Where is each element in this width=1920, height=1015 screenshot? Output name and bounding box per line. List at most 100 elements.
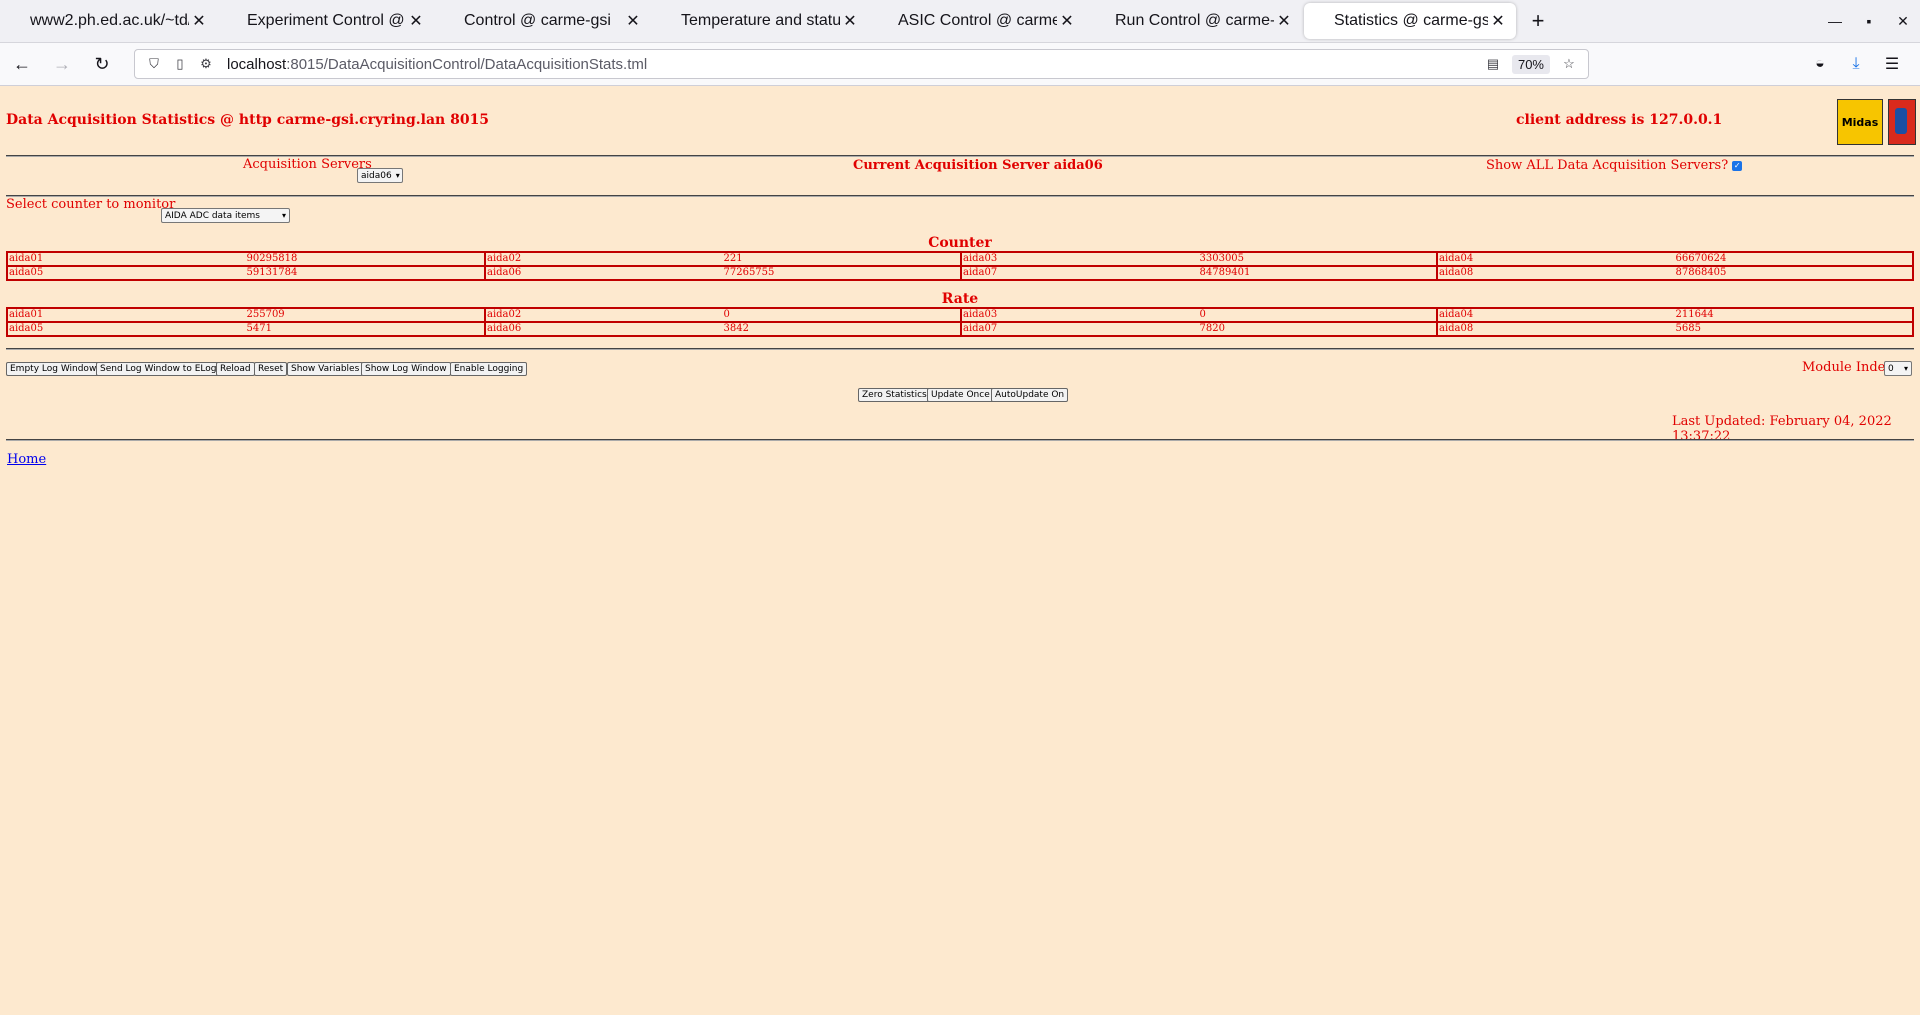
new-tab-icon[interactable]: + (1518, 0, 1558, 42)
rate-value: 7820 (1199, 323, 1225, 334)
server-name: aida06 (487, 323, 522, 334)
page-title: Data Acquisition Statistics @ http carme… (6, 112, 490, 128)
table-cell: aida05 5471 (8, 323, 484, 335)
close-icon[interactable]: ✕ (1274, 11, 1294, 31)
server-name: aida01 (9, 253, 44, 264)
server-name: aida08 (1439, 323, 1474, 334)
tab-asic-control[interactable]: ASIC Control @ carme-gsi ✕ (868, 0, 1085, 42)
shield-icon[interactable]: ⛉ (141, 56, 167, 72)
close-icon[interactable]: ✕ (1488, 11, 1508, 31)
reload-button[interactable]: Reload (216, 362, 255, 376)
close-icon[interactable]: ✕ (189, 11, 209, 31)
bookmark-star-icon[interactable]: ☆ (1556, 56, 1582, 72)
acquisition-server-select[interactable]: aida06 ▾ (357, 168, 403, 183)
rate-value: 211644 (1675, 309, 1714, 320)
table-cell: aida06 77265755 (484, 267, 960, 279)
server-name: aida02 (487, 309, 522, 320)
rate-value: 255709 (246, 309, 285, 320)
current-server: Current Acquisition Server aida06 (853, 158, 1103, 173)
autoupdate-button[interactable]: AutoUpdate On (991, 388, 1069, 402)
send-log-to-elog-button[interactable]: Send Log Window to ELog (96, 362, 221, 376)
reload-icon[interactable]: ↻ (84, 48, 120, 80)
chevron-down-icon: ▾ (281, 211, 286, 220)
server-name: aida05 (9, 323, 44, 334)
server-name: aida07 (963, 323, 998, 334)
table-cell: aida08 87868405 (1436, 267, 1912, 279)
tab-title: ASIC Control @ carme-gsi (898, 12, 1057, 29)
close-icon[interactable]: ✕ (1057, 11, 1077, 31)
server-name: aida08 (1439, 267, 1474, 278)
table-cell: aida08 5685 (1436, 323, 1912, 335)
minimize-icon[interactable]: — (1818, 13, 1852, 29)
midas-logo: Midas (1837, 99, 1883, 145)
module-index-value: 0 (1888, 363, 1894, 374)
back-icon[interactable]: ← (4, 48, 40, 80)
server-name: aida02 (487, 253, 522, 264)
show-all-label: Show ALL Data Acquisition Servers? (1486, 158, 1729, 173)
nav-bar: ← → ↻ ⛉ ▯ ⚙ localhost:8015/DataAcquisiti… (0, 43, 1920, 86)
tab-title: Statistics @ carme-gsi (1334, 12, 1488, 29)
page-icon: ▯ (176, 56, 184, 71)
rate-title: Rate (941, 291, 979, 307)
close-icon[interactable]: ✕ (840, 11, 860, 31)
zero-statistics-button[interactable]: Zero Statistics (858, 388, 931, 402)
table-row: aida05 59131784 aida06 77265755 aida07 8478… (8, 265, 1912, 279)
url-host: localhost (227, 55, 287, 73)
show-all-checkbox[interactable]: ✓ (1732, 160, 1743, 171)
close-icon[interactable]: ✕ (406, 11, 426, 31)
counter-value: 90295818 (246, 253, 298, 264)
tab-title: Temperature and status scan (681, 12, 840, 29)
pocket-icon[interactable]: ◒ (1802, 55, 1838, 73)
show-log-window-button[interactable]: Show Log Window (361, 362, 451, 376)
reader-view-icon[interactable]: ▤ (1480, 56, 1506, 72)
tab-control[interactable]: Control @ carme-gsi ✕ (434, 0, 651, 42)
maximize-icon[interactable]: ▪ (1852, 13, 1886, 29)
rate-value: 5685 (1675, 323, 1701, 334)
permissions-icon[interactable]: ⚙ (193, 56, 219, 72)
update-once-button[interactable]: Update Once (927, 388, 994, 402)
empty-log-window-button[interactable]: Empty Log Window (6, 362, 101, 376)
forward-icon[interactable]: → (44, 48, 80, 80)
tab-aida-docs[interactable]: www2.ph.ed.ac.uk/~td/AIDA ✕ (0, 0, 217, 42)
divider (6, 195, 1914, 197)
show-variables-button[interactable]: Show Variables (287, 362, 364, 376)
client-address: client address is 127.0.0.1 (1516, 112, 1723, 128)
counter-select[interactable]: AIDA ADC data items ▾ (161, 208, 290, 223)
reset-button[interactable]: Reset (254, 362, 288, 376)
download-icon[interactable]: ⤓ (1838, 55, 1874, 73)
tab-temperature[interactable]: Temperature and status scan ✕ (651, 0, 868, 42)
close-window-icon[interactable]: ✕ (1886, 13, 1920, 30)
table-cell: aida02 0 (484, 309, 960, 321)
tab-title: Control @ carme-gsi (464, 12, 611, 29)
tab-title: Experiment Control @ carme-gsi (247, 12, 406, 29)
table-row: aida05 5471 aida06 3842 aida07 7820 aida08 5… (8, 321, 1912, 335)
counter-table: aida01 90295818 aida02 221 aida03 3303005 a… (6, 251, 1914, 281)
menu-icon[interactable]: ☰ (1874, 54, 1910, 74)
table-cell: aida07 7820 (960, 323, 1436, 335)
zoom-indicator[interactable]: 70% (1511, 54, 1550, 74)
window-controls: — ▪ ✕ (1818, 0, 1920, 42)
close-icon[interactable]: ✕ (623, 11, 643, 31)
counter-value: 84789401 (1199, 267, 1251, 278)
server-name: aida06 (487, 267, 522, 278)
table-row: aida01 255709 aida02 0 aida03 0 aida04 21164… (8, 309, 1912, 321)
tab-statistics[interactable]: Statistics @ carme-gsi ✕ (1304, 3, 1516, 39)
select-counter-label: Select counter to monitor (6, 197, 176, 212)
counter-value: 59131784 (246, 267, 298, 278)
table-cell: aida04 66670624 (1436, 253, 1912, 265)
server-name: aida03 (963, 253, 998, 264)
rate-value: 0 (1199, 309, 1206, 320)
server-name: aida03 (963, 309, 998, 320)
counter-value: 3303005 (1199, 253, 1245, 264)
chevron-down-icon: ▾ (1903, 364, 1908, 373)
enable-logging-button[interactable]: Enable Logging (450, 362, 528, 376)
server-name: aida07 (963, 267, 998, 278)
module-index-select[interactable]: 0 ▾ (1884, 361, 1912, 376)
url-bar[interactable]: ⛉ ▯ ⚙ localhost:8015/DataAcquisitionCont… (134, 49, 1589, 79)
rate-value: 3842 (723, 323, 749, 334)
table-cell: aida06 3842 (484, 323, 960, 335)
tab-run-control[interactable]: Run Control @ carme-gsi ✕ (1085, 0, 1302, 42)
tab-experiment-control[interactable]: Experiment Control @ carme-gsi ✕ (217, 0, 434, 42)
home-link[interactable]: Home (7, 452, 46, 467)
module-index-label: Module Index (1802, 360, 1893, 375)
